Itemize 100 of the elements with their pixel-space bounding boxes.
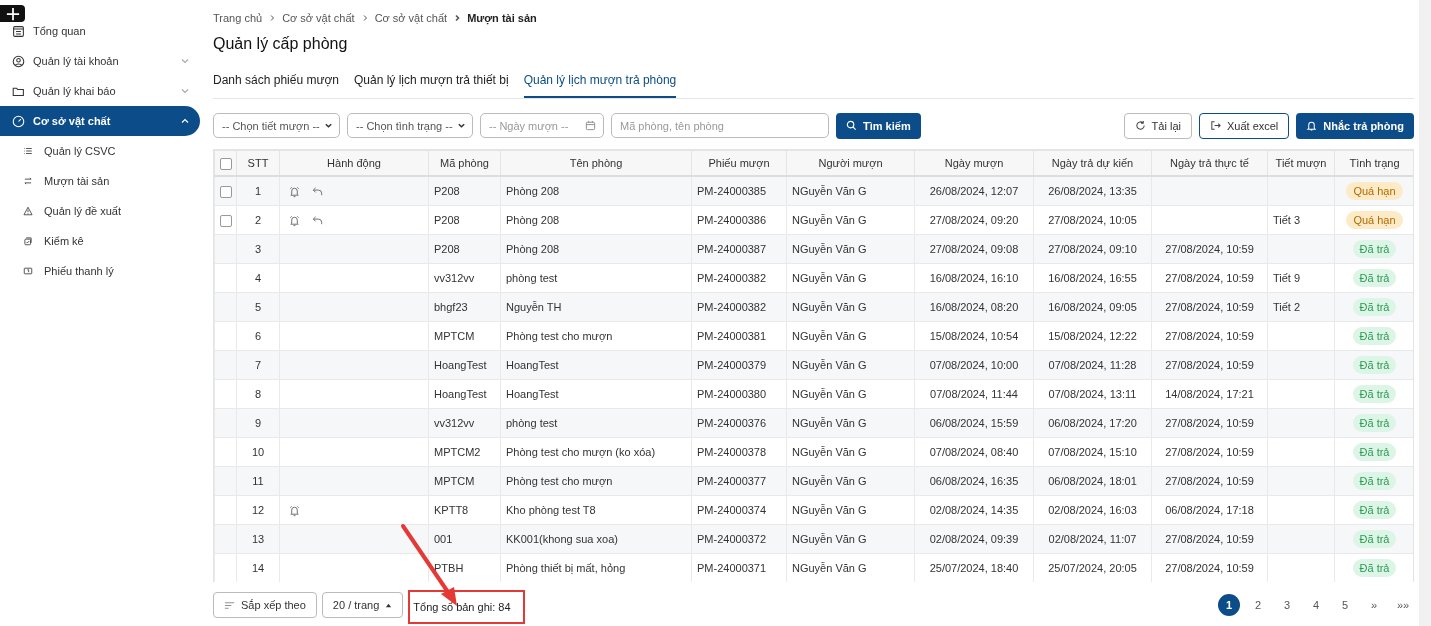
tab[interactable]: Quản lý lịch mượn trả thiết bị <box>354 73 509 98</box>
table-cell: 25/07/2024, 20:05 <box>1048 562 1137 574</box>
sidebar-item[interactable]: Cơ sở vật chất <box>0 106 200 136</box>
search-field[interactable]: Mã phòng, tên phòng <box>611 113 829 138</box>
page-link[interactable]: 3 <box>1276 594 1298 616</box>
table-cell: 07/08/2024, 15:10 <box>1048 446 1137 458</box>
sidebar-item[interactable]: Quản lý khai báo <box>0 76 200 106</box>
table-cell: HoangTest <box>506 359 559 371</box>
table-cell: 27/08/2024, 10:59 <box>1165 359 1254 371</box>
column-header: STT <box>236 150 280 176</box>
sidebar-item[interactable]: Quản lý tài khoản <box>0 46 200 76</box>
column-header: Ngày mượn <box>914 150 1034 176</box>
column-header: Hành động <box>279 150 429 176</box>
table-cell: 07/08/2024, 10:00 <box>929 359 1019 371</box>
sidebar-subitem[interactable]: Kiểm kê <box>0 226 200 256</box>
add-button[interactable] <box>0 5 25 22</box>
status-badge: Đã trả <box>1352 327 1397 345</box>
receipt-icon <box>23 266 33 276</box>
page-link[interactable]: »» <box>1392 594 1414 616</box>
bell-icon <box>1306 120 1318 131</box>
table-cell: 06/08/2024, 18:01 <box>1048 475 1137 487</box>
table-cell: 27/08/2024, 10:59 <box>1165 330 1254 342</box>
total-records: Tổng số bản ghi: 84 <box>413 601 511 613</box>
table-cell: MPTCM <box>434 475 475 487</box>
table-cell: 27/08/2024, 09:10 <box>1048 243 1137 255</box>
table-cell: 14/08/2024, 17:21 <box>1165 388 1254 400</box>
table-cell: PM-24000387 <box>697 243 767 255</box>
sidebar-subitem[interactable]: Quản lý CSVC <box>0 136 200 166</box>
table-cell: P208 <box>434 243 460 255</box>
user-icon <box>12 54 25 68</box>
table-cell: NGuyễn Văn G <box>792 446 867 458</box>
breadcrumb-link[interactable]: Trang chủ <box>213 11 263 24</box>
row-checkbox[interactable] <box>220 185 232 198</box>
sidebar-subitem[interactable]: Phiếu thanh lý <box>0 256 200 286</box>
page-link[interactable]: 5 <box>1334 594 1356 616</box>
table-cell: 1 <box>254 185 262 197</box>
bell-icon[interactable] <box>288 184 301 198</box>
bell-icon[interactable] <box>288 213 301 227</box>
breadcrumb-link[interactable]: Cơ sở vật chất <box>374 11 448 24</box>
tab[interactable]: Quản lý lịch mượn trả phòng <box>523 73 677 98</box>
table-cell: PM-24000371 <box>697 562 767 574</box>
sort-lines-icon <box>224 599 235 611</box>
table-cell: MPTCM2 <box>434 446 481 458</box>
sidebar-subitem[interactable]: Mượn tài sản <box>0 166 200 196</box>
page-size-select[interactable]: 20 / trang <box>321 592 404 618</box>
status-select[interactable]: -- Chọn tình trạng -- <box>347 113 473 138</box>
reload-button[interactable]: Tải lại <box>1123 112 1192 139</box>
table-cell: 06/08/2024, 16:35 <box>929 475 1019 487</box>
page-link[interactable]: 1 <box>1218 594 1240 616</box>
table-cell: 11 <box>252 475 264 487</box>
table-cell: 02/08/2024, 16:03 <box>1048 504 1137 516</box>
sidebar-item[interactable]: Tổng quan <box>0 16 200 46</box>
search-button[interactable]: Tìm kiếm <box>836 112 921 139</box>
table-cell: phòng test <box>506 272 558 284</box>
table-cell: Phòng 208 <box>506 243 560 255</box>
table-cell: Phòng thiết bị mất, hỏng <box>506 562 626 574</box>
status-badge: Đã trả <box>1352 240 1397 258</box>
table-cell: 07/08/2024, 08:40 <box>929 446 1019 458</box>
column-header: Tình trạng <box>1334 150 1413 176</box>
status-badge: Đã trả <box>1352 530 1397 548</box>
tab[interactable]: Danh sách phiếu mượn <box>213 73 339 98</box>
table-cell: 02/08/2024, 09:39 <box>929 533 1019 545</box>
page-link[interactable]: 4 <box>1305 594 1327 616</box>
table-cell: Phòng test cho mượn <box>506 330 613 342</box>
row-checkbox[interactable] <box>220 214 232 227</box>
table-cell: PM-24000372 <box>697 533 767 545</box>
table-cell: PM-24000380 <box>697 388 767 400</box>
remind-button[interactable]: Nhắc trả phòng <box>1296 112 1414 139</box>
export-button[interactable]: Xuất excel <box>1198 112 1290 139</box>
swap-arrows-icon <box>23 176 33 186</box>
table-cell: 07/08/2024, 11:44 <box>930 388 1018 400</box>
breadcrumb-link[interactable]: Cơ sở vật chất <box>282 11 355 24</box>
page-link[interactable]: » <box>1363 594 1385 616</box>
table-cell: 6 <box>254 330 262 342</box>
table-cell: NGuyễn Văn G <box>792 533 867 545</box>
sidebar-subitem[interactable]: Quản lý đề xuất <box>0 196 200 226</box>
table-cell: 16/08/2024, 09:05 <box>1048 301 1137 313</box>
date-field[interactable]: -- Ngày mượn -- <box>480 113 604 138</box>
table-cell: 14 <box>251 562 265 574</box>
table-cell: NGuyễn Văn G <box>792 185 867 197</box>
period-select[interactable]: -- Chọn tiết mượn -- <box>213 113 340 138</box>
refresh-icon <box>1134 120 1146 131</box>
table-cell: PM-24000379 <box>697 359 767 371</box>
bell-icon[interactable] <box>288 503 301 517</box>
table-cell: 27/08/2024, 09:08 <box>929 243 1019 255</box>
table-cell: P208 <box>434 185 460 197</box>
select-all-checkbox[interactable] <box>219 157 232 170</box>
table-cell: 7 <box>254 359 262 371</box>
sort-button[interactable]: Sắp xếp theo <box>213 592 317 618</box>
status-badge: Đã trả <box>1352 356 1397 374</box>
table-cell: P208 <box>434 214 460 226</box>
status-badge: Đã trả <box>1352 472 1397 490</box>
status-badge: Quá hạn <box>1346 211 1403 229</box>
table-cell: 07/08/2024, 13:11 <box>1048 388 1137 400</box>
table-cell: 8 <box>254 388 262 400</box>
page-link[interactable]: 2 <box>1247 594 1269 616</box>
gauge-icon <box>12 114 25 128</box>
table-cell: KK001(khong sua xoa) <box>506 533 618 545</box>
table-cell: PM-24000382 <box>697 272 767 284</box>
calendar-icon <box>585 120 596 131</box>
